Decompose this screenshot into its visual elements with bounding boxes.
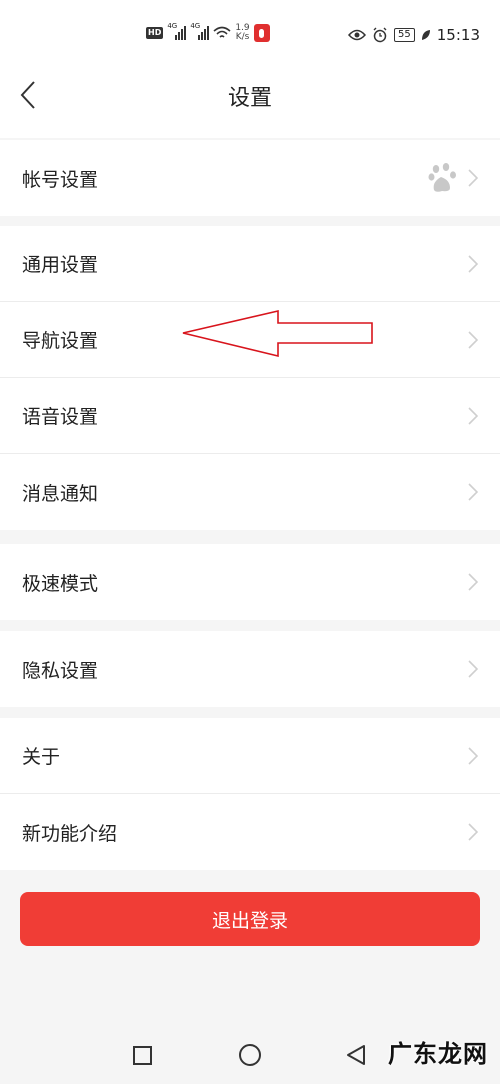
settings-row-new-features[interactable]: 新功能介绍 <box>0 794 500 870</box>
row-label: 新功能介绍 <box>22 822 118 845</box>
status-right: 55 15:13 <box>348 26 480 44</box>
wifi-icon <box>213 26 231 38</box>
settings-row-notifications[interactable]: 消息通知 <box>0 454 500 530</box>
mic-icon <box>253 24 270 42</box>
baidu-paw-icon <box>428 163 456 192</box>
alarm-icon <box>373 27 387 43</box>
chevron-right-icon <box>468 660 478 678</box>
watermark-text: 广东龙网 <box>388 1040 488 1068</box>
status-bar: HD 4G 4G 1.9 K/s 55 15:13 <box>0 0 500 60</box>
system-back-icon[interactable] <box>346 1044 366 1066</box>
row-label: 通用设置 <box>22 254 99 276</box>
chevron-right-icon <box>468 255 478 273</box>
chevron-right-icon <box>468 823 478 841</box>
settings-row-voice[interactable]: 语音设置 <box>0 378 500 454</box>
chevron-right-icon <box>468 331 478 349</box>
status-left: HD 4G 4G 1.9 K/s <box>146 22 270 42</box>
signal-icon-2: 4G <box>190 22 210 40</box>
chevron-right-icon <box>468 573 478 591</box>
settings-row-privacy[interactable]: 隐私设置 <box>0 631 500 707</box>
chevron-right-icon <box>468 483 478 501</box>
account-group: 帐号设置 <box>0 140 500 216</box>
about-group: 关于 新功能介绍 <box>0 718 500 870</box>
settings-row-general[interactable]: 通用设置 <box>0 226 500 302</box>
settings-row-about[interactable]: 关于 <box>0 718 500 794</box>
eye-icon <box>348 29 367 41</box>
recent-apps-icon[interactable] <box>133 1046 152 1065</box>
row-label: 关于 <box>22 746 61 768</box>
row-label: 导航设置 <box>22 330 99 352</box>
chevron-right-icon <box>468 407 478 425</box>
row-label: 极速模式 <box>22 572 99 595</box>
logout-button[interactable]: 退出登录 <box>20 892 480 946</box>
chevron-right-icon <box>468 169 478 187</box>
hd-badge: HD <box>146 27 164 39</box>
settings-row-account[interactable]: 帐号设置 <box>0 140 500 216</box>
battery-icon: 55 <box>394 28 415 42</box>
settings-row-speed-mode[interactable]: 极速模式 <box>0 544 500 620</box>
row-label: 语音设置 <box>22 406 99 428</box>
clock-time: 15:13 <box>436 26 480 44</box>
mode-group: 极速模式 <box>0 544 500 620</box>
network-speed: 1.9 K/s <box>235 23 250 42</box>
settings-group: 通用设置 导航设置 语音设置 消息通知 <box>0 226 500 530</box>
nav-header: 设置 <box>0 60 500 138</box>
chevron-right-icon <box>468 747 478 765</box>
row-label: 消息通知 <box>22 482 99 505</box>
row-label: 隐私设置 <box>22 659 99 682</box>
home-icon[interactable] <box>239 1044 261 1066</box>
row-label: 帐号设置 <box>22 168 99 191</box>
signal-icon: 4G <box>167 22 187 40</box>
leaf-icon <box>421 30 430 40</box>
page-title: 设置 <box>227 86 272 111</box>
privacy-group: 隐私设置 <box>0 631 500 707</box>
annotation-arrow-icon <box>182 309 373 358</box>
